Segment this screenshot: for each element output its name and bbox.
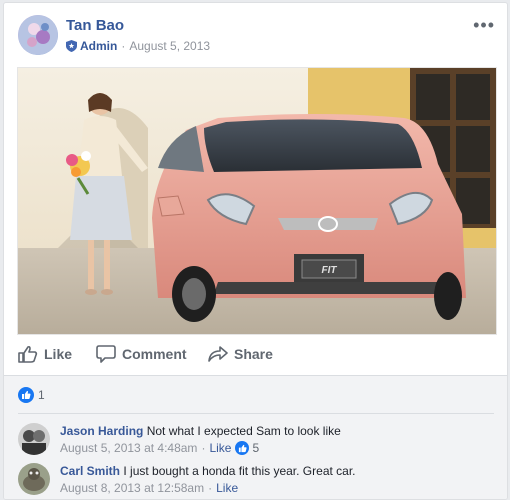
comments-separator: [18, 413, 494, 414]
commenter-avatar[interactable]: [18, 423, 50, 455]
share-label: Share: [234, 346, 273, 362]
ellipsis-icon[interactable]: •••: [473, 15, 495, 36]
comment-text: Not what I expected Sam to look like: [146, 424, 341, 438]
thumbs-up-icon: [18, 345, 38, 363]
post-meta: Admin · August 5, 2013: [66, 39, 210, 53]
share-icon: [208, 346, 228, 362]
like-button[interactable]: Like: [18, 345, 72, 363]
author-avatar[interactable]: [18, 15, 58, 55]
pink-car: FIT: [152, 114, 466, 322]
like-label: Like: [44, 346, 73, 362]
post-photo[interactable]: FIT: [17, 67, 497, 335]
comment-time[interactable]: August 8, 2013 at 12:58am: [60, 479, 204, 497]
admin-shield-icon: [66, 40, 77, 52]
commenter-name[interactable]: Jason Harding: [60, 424, 143, 438]
comment-time[interactable]: August 5, 2013 at 4:48am: [60, 439, 197, 457]
author-name[interactable]: Tan Bao: [66, 17, 124, 34]
comment-text: I just bought a honda fit this year. Gre…: [123, 464, 356, 478]
comment-label: Comment: [122, 346, 187, 362]
admin-label: Admin: [80, 39, 118, 53]
comment-button[interactable]: Comment: [96, 345, 187, 363]
like-reaction-icon: [18, 387, 34, 403]
post-card: Tan Bao Admin · August 5, 2013 ••• FIT L…: [3, 2, 508, 500]
plate-text: FIT: [322, 265, 338, 276]
commenter-avatar[interactable]: [18, 463, 50, 495]
reaction-summary[interactable]: 1: [18, 387, 45, 403]
comment-like-count[interactable]: 5: [235, 439, 259, 457]
meta-dot: ·: [121, 39, 126, 53]
comment-item: Jason Harding Not what I expected Sam to…: [18, 423, 341, 457]
comment-like-button[interactable]: Like: [216, 479, 238, 497]
post-date[interactable]: August 5, 2013: [129, 39, 210, 53]
comment-item: Carl Smith I just bought a honda fit thi…: [18, 463, 356, 497]
reaction-count: 1: [38, 388, 45, 402]
like-reaction-icon: [235, 441, 250, 455]
comment-like-button[interactable]: Like: [209, 439, 231, 457]
admin-badge: Admin: [66, 39, 117, 53]
commenter-name[interactable]: Carl Smith: [60, 464, 120, 478]
comment-icon: [96, 345, 116, 363]
share-button[interactable]: Share: [208, 345, 273, 363]
comment-like-number: 5: [252, 441, 260, 455]
